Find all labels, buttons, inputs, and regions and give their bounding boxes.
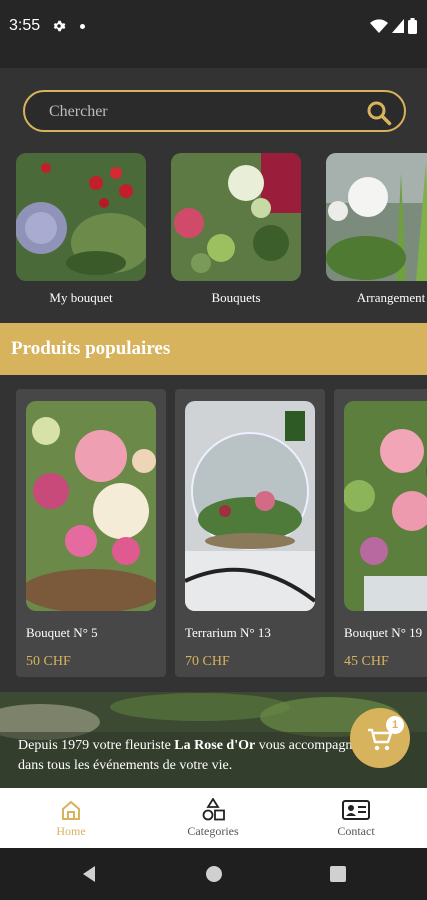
popular-section-title: Produits populaires xyxy=(11,338,171,359)
banner-text-start: Depuis 1979 votre fleuriste xyxy=(18,738,175,753)
product-card[interactable]: Bouquet N° 19 45 CHF xyxy=(334,389,427,677)
banner-text-end: vous accompagne xyxy=(255,738,359,753)
product-price: 50 CHF xyxy=(26,654,71,669)
brand-name: La Rose d'Or xyxy=(174,738,256,753)
bottom-navigation: Home Categories Contact xyxy=(0,788,427,848)
product-image xyxy=(344,401,427,611)
home-screen: My bouquet Bouquets xyxy=(0,68,427,788)
status-bar: 3:55 xyxy=(0,0,427,68)
nav-categories-label: Categories xyxy=(187,824,239,838)
system-navigation-bar xyxy=(0,848,427,900)
nav-home[interactable]: Home xyxy=(0,788,142,848)
settings-gear-icon xyxy=(53,20,66,32)
home-system-icon[interactable] xyxy=(205,865,223,883)
status-indicators xyxy=(370,18,417,34)
nav-contact-label: Contact xyxy=(337,824,375,838)
category-image xyxy=(16,153,146,281)
category-carousel[interactable]: My bouquet Bouquets Arrangement xyxy=(0,153,427,306)
categories-icon xyxy=(202,798,225,821)
cart-button[interactable]: 1 xyxy=(350,708,410,768)
cell-signal-icon xyxy=(392,19,404,33)
banner-text-line2: dans tous les événements de votre vie. xyxy=(18,758,233,773)
product-image xyxy=(185,401,315,611)
product-card[interactable]: Terrarium N° 13 70 CHF xyxy=(175,389,325,677)
banner-text: Depuis 1979 votre fleuriste La Rose d'Or… xyxy=(18,736,359,776)
category-item-bouquets[interactable]: Bouquets xyxy=(171,153,301,306)
category-image xyxy=(171,153,301,281)
product-name: Terrarium N° 13 xyxy=(185,625,271,640)
product-carousel[interactable]: Bouquet N° 5 50 CHF Terrarium N° 13 70 C… xyxy=(0,389,427,679)
nav-categories[interactable]: Categories xyxy=(142,788,284,848)
category-label: Bouquets xyxy=(211,290,261,305)
nav-home-label: Home xyxy=(56,824,86,838)
category-item-my-bouquet[interactable]: My bouquet xyxy=(16,153,146,306)
category-label: My bouquet xyxy=(49,290,113,305)
search-bar[interactable] xyxy=(23,90,406,132)
home-icon xyxy=(62,800,80,820)
recents-icon[interactable] xyxy=(329,865,347,883)
product-name: Bouquet N° 19 xyxy=(344,625,423,640)
popular-section-header: Produits populaires xyxy=(0,323,427,375)
category-image xyxy=(326,153,427,281)
battery-icon xyxy=(408,18,417,34)
wifi-icon xyxy=(370,19,388,33)
notification-dot-icon xyxy=(80,24,85,29)
product-price: 70 CHF xyxy=(185,654,230,669)
category-label: Arrangement xyxy=(356,290,426,305)
back-icon[interactable] xyxy=(80,865,98,883)
product-price: 45 CHF xyxy=(344,654,389,669)
product-image xyxy=(26,401,156,611)
contact-icon xyxy=(342,800,370,820)
nav-contact[interactable]: Contact xyxy=(285,788,427,848)
category-item-arrangement[interactable]: Arrangement xyxy=(326,153,427,306)
cart-count-badge: 1 xyxy=(386,716,404,734)
status-time: 3:55 xyxy=(9,17,41,34)
search-input[interactable] xyxy=(49,100,349,124)
product-name: Bouquet N° 5 xyxy=(26,625,98,640)
product-card[interactable]: Bouquet N° 5 50 CHF xyxy=(16,389,166,677)
search-icon[interactable] xyxy=(366,100,392,126)
